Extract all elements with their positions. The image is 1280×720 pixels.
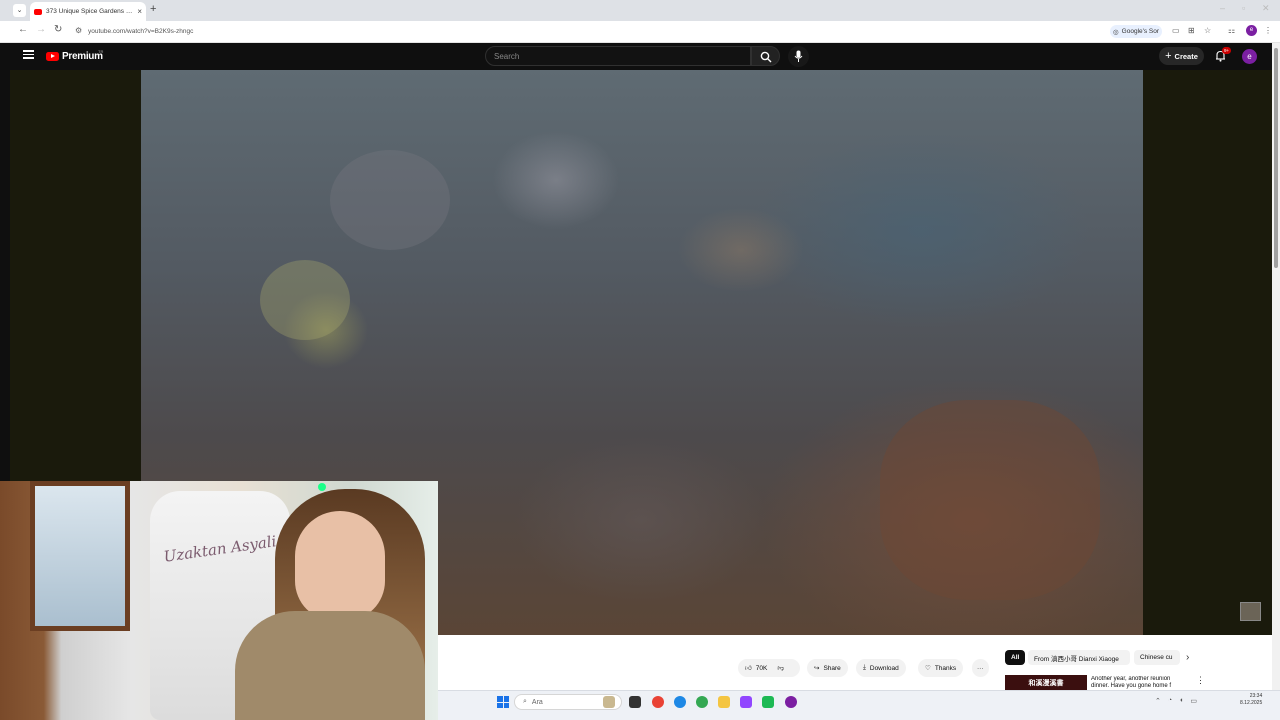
spotify-app-icon[interactable] <box>762 696 774 708</box>
recommendation-title[interactable]: Another year, another reunion dinner. Ha… <box>1091 676 1187 690</box>
edge-app-icon[interactable] <box>674 696 686 708</box>
share-label: Share <box>823 664 841 672</box>
chip-from-channel[interactable]: From 滇西小哥 Dianxi Xiaoge <box>1028 650 1130 665</box>
create-label: Create <box>1174 51 1198 61</box>
reload-icon[interactable]: ↻ <box>54 24 62 35</box>
taskbar-widget-icon[interactable] <box>603 696 615 708</box>
region-code: TR <box>98 49 104 54</box>
chip-chinese-cuisine[interactable]: Chinese cu <box>1134 650 1180 665</box>
taskbar-search-placeholder: Ara <box>531 698 543 706</box>
google-search-label: Google's Sor <box>1121 28 1160 35</box>
system-tray[interactable]: ⌃ ◔ ◖ ▭ <box>1155 697 1197 705</box>
bookmark-star-icon[interactable]: ☆ <box>1204 26 1211 35</box>
chrome-app-icon[interactable] <box>652 696 664 708</box>
new-tab-icon[interactable]: + <box>150 3 156 15</box>
taskbar-search-icon: ⌕ <box>523 698 527 705</box>
browser-profile-icon[interactable]: e <box>1246 25 1257 36</box>
maximize-icon[interactable]: ▫ <box>1242 3 1245 13</box>
search-input[interactable]: Search <box>485 46 751 66</box>
thanks-button[interactable]: ♡ Thanks <box>918 659 964 677</box>
notification-count-badge: 9+ <box>1222 47 1232 54</box>
recommendation-thumbnail[interactable]: 和溪漫溪書 <box>1005 675 1087 690</box>
plus-icon: + <box>1165 50 1172 62</box>
task-view-icon[interactable] <box>629 696 641 708</box>
youtube-favicon-icon <box>34 8 42 15</box>
tab-search-icon[interactable]: ⌄ <box>13 4 26 17</box>
video-content-stone <box>330 150 450 250</box>
user-avatar[interactable]: e <box>1242 49 1257 64</box>
share-icon: ↪ <box>814 665 820 672</box>
search-icon <box>760 51 772 63</box>
video-content-stone <box>260 260 350 340</box>
browser-menu-icon[interactable]: ⋮ <box>1264 26 1272 35</box>
battery-icon[interactable]: ▭ <box>1190 697 1197 705</box>
download-icon: ⤓ <box>863 664 866 671</box>
download-label: Download <box>869 664 899 672</box>
clock-date: 8.12.2025 <box>1240 700 1263 706</box>
google-lens-chip[interactable]: ◎ Google's Sor <box>1110 25 1163 38</box>
chip-all[interactable]: All <box>1005 650 1026 665</box>
tray-chevron-icon[interactable]: ⌃ <box>1155 697 1161 705</box>
thumbs-up-icon[interactable]: 👍︎ <box>745 664 752 672</box>
browser-tab-strip <box>0 0 1280 21</box>
video-content-food <box>880 400 1100 600</box>
tab-title: 373 Unique Spice Gardens of t <box>46 8 135 15</box>
volume-icon[interactable]: ◖ <box>1179 697 1183 705</box>
back-icon[interactable]: ← <box>18 24 28 35</box>
search-button[interactable] <box>751 46 780 66</box>
minimize-icon[interactable]: – <box>1220 3 1225 13</box>
scrollbar-thumb[interactable] <box>1274 48 1278 268</box>
cast-icon[interactable]: ▭ <box>1172 26 1180 35</box>
browser-app-icon[interactable] <box>785 696 797 708</box>
streamer-face <box>295 511 385 621</box>
windows-start-icon[interactable] <box>497 696 509 708</box>
thanks-label: Thanks <box>934 664 957 672</box>
network-icon[interactable]: ◔ <box>1168 697 1172 705</box>
close-window-icon[interactable]: ✕ <box>1262 3 1270 14</box>
taskbar-clock[interactable]: 23:34 8.12.2025 <box>1240 693 1262 707</box>
like-dislike-group[interactable]: 👍︎ 70K 👎︎ <box>738 659 800 677</box>
logo-text: Premium <box>62 51 103 62</box>
lens-icon: ◎ <box>1113 28 1119 36</box>
more-actions-button[interactable]: ··· <box>972 659 989 677</box>
download-button[interactable]: ⤓ Download <box>856 659 906 677</box>
youtube-premium-logo[interactable]: Premium <box>46 51 103 62</box>
like-count: 70K <box>755 664 768 672</box>
voice-search-button[interactable] <box>788 46 809 67</box>
streamer-sweater <box>235 611 425 720</box>
extensions-icon[interactable]: ⚏ <box>1228 26 1235 35</box>
clock-time: 23:34 <box>1249 693 1263 699</box>
forward-icon[interactable]: → <box>36 24 46 35</box>
thumbs-down-icon[interactable]: 👎︎ <box>777 664 784 672</box>
recommendation-menu-icon[interactable]: ⋮ <box>1196 675 1205 686</box>
channel-watermark-icon[interactable] <box>1240 602 1261 621</box>
browser-tab[interactable]: 373 Unique Spice Gardens of t × <box>30 2 146 21</box>
chevron-right-icon[interactable]: › <box>1186 652 1189 663</box>
translate-icon[interactable]: ⊞ <box>1188 26 1195 35</box>
thanks-icon: ♡ <box>925 665 931 672</box>
chrome-profile-app-icon[interactable] <box>696 696 708 708</box>
file-explorer-icon[interactable] <box>718 696 730 708</box>
create-button[interactable]: + Create <box>1159 47 1204 65</box>
site-info-icon[interactable]: ⚙ <box>75 26 82 35</box>
twitch-app-icon[interactable] <box>740 696 752 708</box>
webcam-overlay: Uzaktan Asyali <box>0 481 438 720</box>
hamburger-menu-icon[interactable] <box>23 50 34 59</box>
microphone-icon <box>794 50 803 62</box>
webcam-window-background <box>30 481 130 631</box>
headset-led <box>318 483 326 491</box>
close-tab-icon[interactable]: × <box>137 7 142 16</box>
youtube-play-icon <box>46 52 59 61</box>
share-button[interactable]: ↪ Share <box>807 659 848 677</box>
address-bar[interactable]: youtube.com/watch?v=B2K9s-zhngc <box>70 24 1170 39</box>
